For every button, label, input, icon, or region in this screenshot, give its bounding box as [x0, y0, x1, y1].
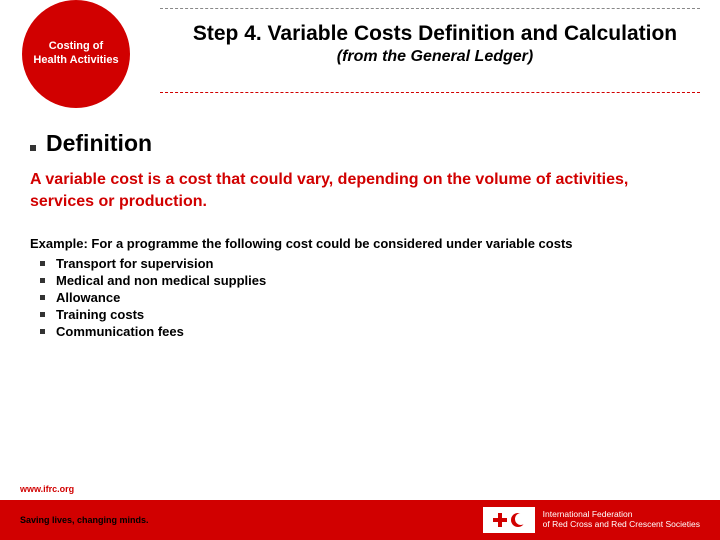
red-cross-icon: [493, 513, 507, 527]
example-list: Transport for supervision Medical and no…: [30, 255, 690, 340]
list-item: Transport for supervision: [30, 255, 690, 272]
topic-circle-label: Costing of Health Activities: [32, 40, 120, 68]
ifrc-emblem: [483, 507, 535, 533]
content: Definition A variable cost is a cost tha…: [0, 100, 720, 340]
divider-bottom: [160, 92, 700, 93]
divider-top: [160, 8, 700, 9]
red-crescent-icon: [511, 513, 525, 527]
definition-body: A variable cost is a cost that could var…: [30, 169, 690, 212]
list-item: Training costs: [30, 306, 690, 323]
footer: www.ifrc.org Saving lives, changing mind…: [0, 478, 720, 540]
bullet-icon: [30, 145, 36, 151]
footer-bar: Saving lives, changing minds. Internatio…: [0, 500, 720, 540]
definition-heading-row: Definition: [30, 130, 690, 157]
ifrc-logo-text: International Federation of Red Cross an…: [543, 510, 700, 530]
list-item: Communication fees: [30, 323, 690, 340]
list-item: Medical and non medical supplies: [30, 272, 690, 289]
footer-tagline: Saving lives, changing minds.: [20, 515, 149, 525]
topic-circle: Costing of Health Activities: [22, 0, 130, 108]
org-line2: of Red Cross and Red Crescent Societies: [543, 520, 700, 530]
header: Costing of Health Activities Step 4. Var…: [0, 0, 720, 100]
definition-heading: Definition: [46, 130, 152, 157]
title-main: Step 4. Variable Costs Definition and Ca…: [193, 22, 677, 45]
ifrc-logo: International Federation of Red Cross an…: [483, 507, 700, 533]
list-item: Allowance: [30, 289, 690, 306]
footer-top: www.ifrc.org: [0, 478, 720, 500]
footer-url: www.ifrc.org: [20, 484, 74, 494]
example-lead: Example: For a programme the following c…: [30, 236, 690, 251]
title-sub: (from the General Ledger): [337, 48, 533, 65]
slide-title: Step 4. Variable Costs Definition and Ca…: [180, 20, 690, 66]
